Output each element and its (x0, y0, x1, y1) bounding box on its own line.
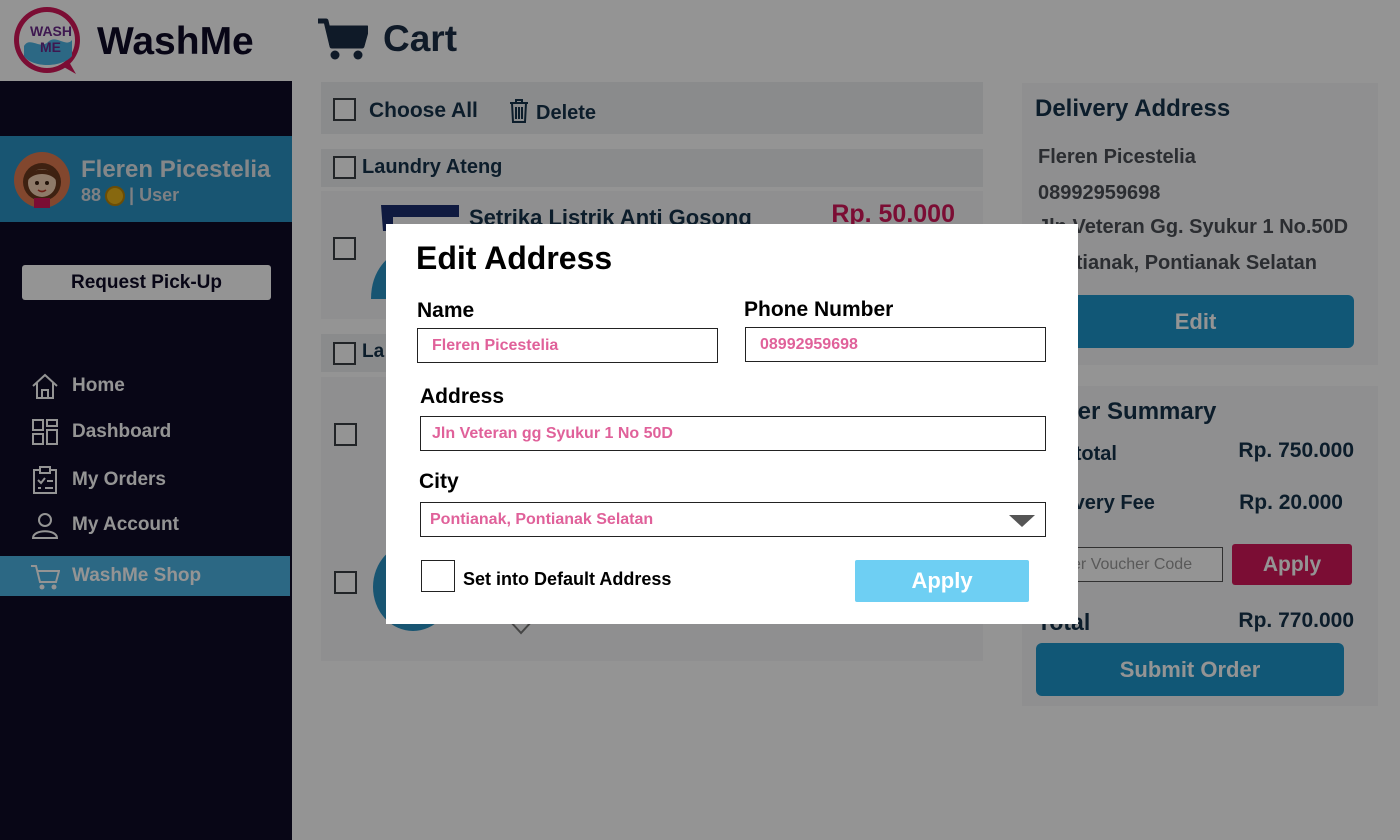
chevron-down-icon (1009, 515, 1035, 527)
name-field[interactable] (417, 328, 718, 363)
apply-button[interactable]: Apply (855, 560, 1029, 602)
city-select[interactable]: Pontianak, Pontianak Selatan (420, 502, 1046, 537)
phone-label: Phone Number (744, 298, 894, 321)
modal-title: Edit Address (416, 240, 613, 276)
name-label: Name (417, 299, 475, 322)
default-address-checkbox[interactable] (421, 560, 455, 592)
city-label: City (419, 470, 459, 493)
address-label: Address (420, 385, 505, 408)
address-field[interactable] (420, 416, 1046, 451)
edit-address-modal: Edit Address Name Phone Number Address C… (386, 224, 1078, 624)
default-address-label[interactable]: Set into Default Address (463, 569, 671, 590)
city-select-value: Pontianak, Pontianak Selatan (430, 511, 654, 528)
phone-field[interactable] (745, 327, 1046, 362)
